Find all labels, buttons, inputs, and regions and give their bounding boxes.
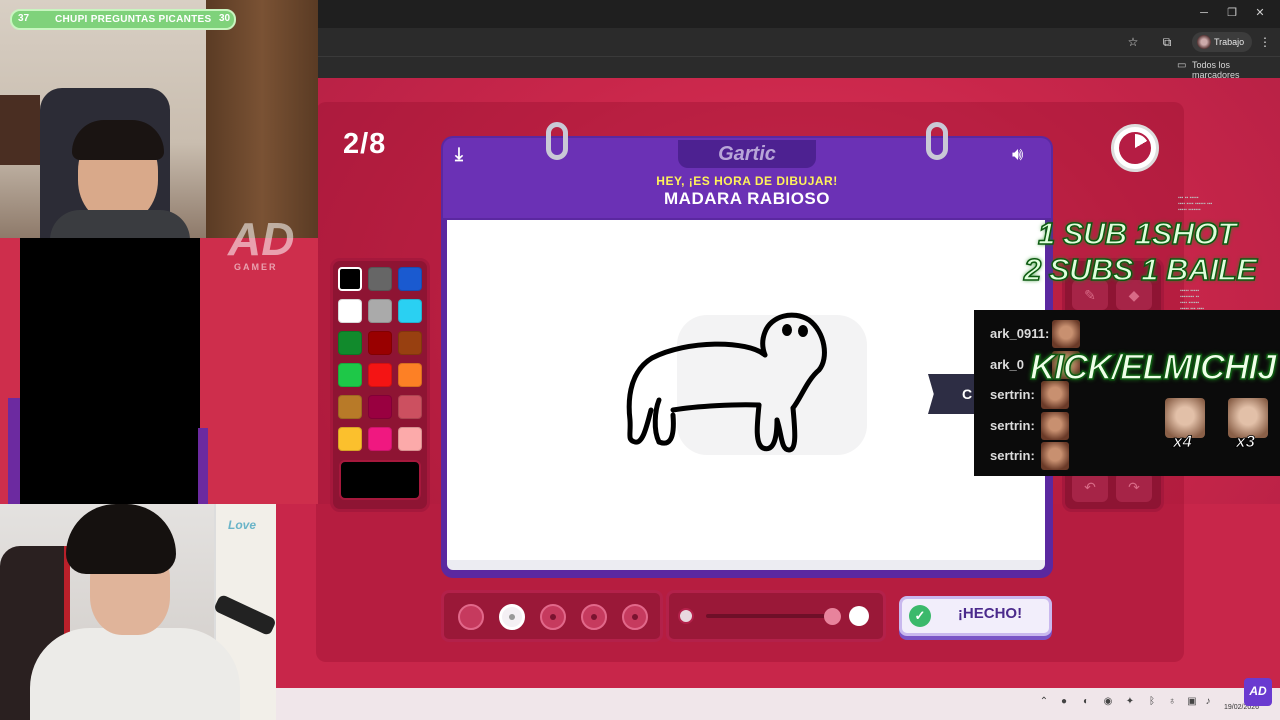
tray-app-icon[interactable]: ✦: [1124, 696, 1136, 708]
color-swatch[interactable]: [368, 331, 392, 355]
mini-chat-log: ▪▪▪▪▪ ▪▪▪▪▪ ▪▪▪▪▪▪▪▪ ▪▪ ▪▪▪▪ ▪▪▪▪▪▪ ▪▪▪▪…: [1180, 288, 1205, 312]
chat-username: ark_0911:: [990, 326, 1050, 341]
color-swatch[interactable]: [338, 267, 362, 291]
opacity-slider-handle[interactable]: [824, 608, 841, 625]
mini-chat-log: ▪▪▪ ▪▪ ▪▪▪▪▪ ▪▪▪▪ ▪▪▪▪ ▪▪▪▪▪▪ ▪▪▪ ▪▪▪▪▪ …: [1178, 195, 1213, 213]
color-swatch[interactable]: [338, 363, 362, 387]
emote-count: x3: [1236, 432, 1256, 452]
stroke-tag-label: C: [962, 386, 973, 402]
chat-emote-icon: [1041, 411, 1069, 440]
webcam-shelf: [0, 95, 40, 165]
webcam-body: [30, 628, 240, 720]
bluetooth-icon[interactable]: ᛒ: [1146, 696, 1158, 708]
selected-color-preview: [339, 460, 421, 500]
download-icon[interactable]: ⤓: [455, 144, 463, 165]
kick-handle: KICK/ELMICHIJ: [1029, 347, 1277, 388]
opacity-min-icon[interactable]: [678, 608, 694, 624]
black-overlay: [20, 238, 200, 504]
color-swatch[interactable]: [398, 299, 422, 323]
watermark-sub: GAMER: [234, 262, 278, 272]
network-icon[interactable]: ▣: [1186, 696, 1198, 708]
all-bookmarks-link[interactable]: Todos los marcadores: [1192, 60, 1280, 80]
opacity-slider-track[interactable]: [706, 614, 836, 618]
brush-size-indicator: [550, 614, 556, 620]
chat-emote-icon: [1041, 442, 1069, 470]
purple-edge: [198, 428, 208, 504]
sound-icon[interactable]: 🔊︎: [1012, 144, 1023, 165]
emote-count: x4: [1173, 432, 1193, 452]
goal-current: 37: [18, 13, 30, 24]
gartic-logo: Gartic: [718, 143, 776, 165]
timer-progress: [1119, 132, 1151, 164]
chat-username: sertrin:: [990, 417, 1035, 433]
binder-ring-left: [546, 122, 568, 160]
sub-goal-line-1: 1 SUB 1SHOT: [1037, 215, 1237, 252]
sub-goal-line-2: 2 SUBS 1 BAILE: [1023, 251, 1257, 288]
color-swatch[interactable]: [398, 267, 422, 291]
avatar: [1197, 35, 1211, 49]
location-icon[interactable]: ♁: [1166, 696, 1178, 708]
color-swatch[interactable]: [338, 395, 362, 419]
chat-username: sertrin:: [990, 387, 1035, 402]
purple-edge: [8, 398, 20, 504]
undo-icon[interactable]: ↶: [1072, 472, 1108, 502]
color-swatch[interactable]: [398, 363, 422, 387]
color-swatch[interactable]: [398, 395, 422, 419]
color-swatch[interactable]: [368, 267, 392, 291]
bookmarks-bar: [318, 56, 1280, 78]
tray-app-icon[interactable]: ●: [1058, 696, 1070, 708]
color-swatch[interactable]: [398, 427, 422, 451]
binder-ring-right: [926, 122, 948, 160]
maximize-button[interactable]: ❐: [1222, 4, 1242, 22]
round-counter: 2/8: [343, 128, 387, 160]
color-swatch[interactable]: [368, 395, 392, 419]
bookmark-star-icon[interactable]: ☆: [1124, 34, 1142, 50]
menu-kebab-icon[interactable]: ⋮: [1256, 34, 1274, 50]
chevron-up-icon[interactable]: ⌃: [1038, 696, 1050, 708]
color-swatch[interactable]: [338, 331, 362, 355]
brush-size-indicator: [591, 614, 597, 620]
brush-size-indicator: [632, 614, 638, 620]
color-swatch[interactable]: [338, 427, 362, 451]
close-button[interactable]: ✕: [1250, 4, 1270, 22]
browser-tab-strip: [318, 0, 1280, 28]
sketch-eye-right: [798, 325, 808, 337]
minimize-button[interactable]: ─: [1194, 4, 1214, 22]
webcam-headset: [72, 120, 164, 160]
tray-app-icon[interactable]: ◐: [1080, 696, 1092, 708]
chat-username: sertrin:: [990, 448, 1035, 463]
volume-icon[interactable]: ♪: [1202, 696, 1214, 708]
brush-size-indicator: [509, 614, 515, 620]
brush-size-option[interactable]: [458, 604, 484, 630]
tray-app-icon[interactable]: ◉: [1102, 696, 1114, 708]
color-swatch[interactable]: [398, 331, 422, 355]
check-icon: ✓: [909, 605, 931, 627]
chat-username: ark_0: [990, 356, 1024, 372]
chat-emote-icon: [1052, 320, 1080, 348]
corner-logo: AD: [1244, 678, 1272, 706]
watermark-logo: AD: [228, 213, 295, 265]
prompt-heading: HEY, ¡ES HORA DE DIBUJAR!: [656, 174, 838, 188]
prompt-word: MADARA RABIOSO: [664, 189, 830, 208]
color-swatch[interactable]: [368, 363, 392, 387]
canvas-watermark: [677, 315, 867, 455]
color-swatch[interactable]: [338, 299, 362, 323]
done-button-label[interactable]: ¡HECHO!: [940, 605, 1040, 622]
color-swatch[interactable]: [368, 299, 392, 323]
folder-icon: ▭: [1177, 60, 1187, 71]
color-swatch[interactable]: [368, 427, 392, 451]
sketch-eye-left: [782, 324, 792, 336]
redo-icon[interactable]: ↷: [1116, 472, 1152, 502]
love-sign: Love: [228, 518, 257, 532]
webcam-door: [206, 0, 318, 238]
opacity-max-icon[interactable]: [849, 606, 869, 626]
goal-target: 30: [219, 13, 231, 24]
goal-title: CHUPI PREGUNTAS PICANTES: [55, 14, 212, 25]
extensions-icon[interactable]: ⧉: [1158, 34, 1176, 50]
